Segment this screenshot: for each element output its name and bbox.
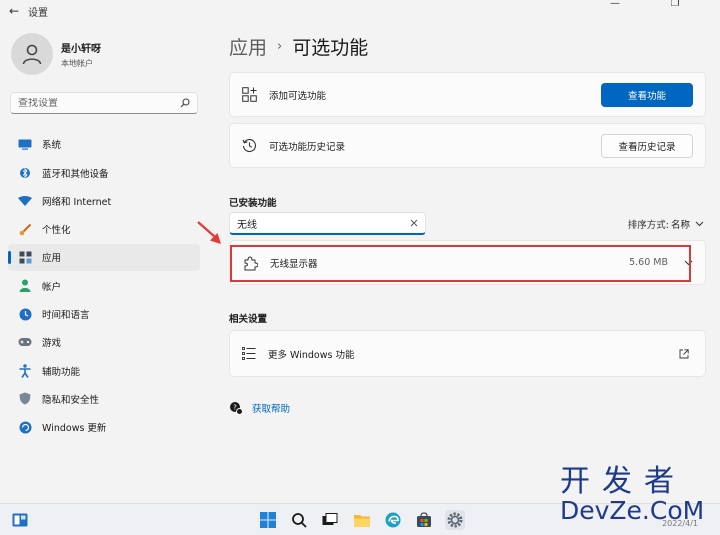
sidebar-item-windows-update[interactable]: Windows 更新 [8, 414, 200, 441]
add-feature-icon [242, 87, 257, 102]
settings-gear-icon[interactable] [445, 510, 465, 530]
sidebar-item-network[interactable]: 网络和 Internet [8, 188, 200, 215]
edge-browser-icon[interactable] [383, 510, 403, 530]
sort-label: 排序方式: [627, 220, 669, 231]
external-link-icon [679, 348, 689, 358]
sidebar-item-label: 系统 [42, 140, 62, 152]
watermark-line-1: 开发者 [560, 464, 686, 499]
store-icon[interactable] [414, 510, 434, 530]
apps-icon [17, 250, 33, 264]
search-icon[interactable] [289, 510, 309, 530]
sort-value: 名称 [670, 220, 690, 231]
start-icon[interactable] [258, 510, 278, 530]
file-explorer-icon[interactable] [352, 510, 372, 530]
feature-size: 5.60 MB [629, 257, 668, 268]
view-history-button[interactable]: 查看历史记录 [601, 133, 693, 158]
annotation-arrow-icon [197, 221, 221, 244]
minimize-button[interactable]: — [600, 0, 630, 10]
user-profile[interactable]: 是小轩呀 本地帐户 [11, 33, 101, 75]
feature-history-label: 可选功能历史记录 [269, 141, 346, 153]
page-title: 可选功能 [292, 37, 369, 59]
installed-features-filter[interactable] [229, 212, 426, 235]
help-icon: ? [230, 402, 243, 415]
add-optional-feature-card: 添加可选功能 查看功能 [229, 72, 706, 117]
sidebar-item-accessibility[interactable]: 辅助功能 [8, 357, 200, 384]
more-windows-features-label: 更多 Windows 功能 [268, 349, 355, 361]
search-input[interactable] [18, 97, 168, 109]
monitor-icon [17, 137, 33, 151]
update-icon [17, 420, 33, 434]
back-button[interactable]: ← [0, 4, 28, 18]
breadcrumb-separator: › [277, 39, 283, 54]
sidebar-item-system[interactable]: 系统 [8, 131, 200, 158]
clear-icon[interactable] [410, 219, 418, 227]
sidebar-item-label: 辅助功能 [42, 366, 81, 378]
taskbar-clock-date: 2022/4/1 [662, 519, 698, 528]
title-bar: ← 设置 — ❐ [0, 0, 720, 22]
breadcrumb-parent[interactable]: 应用 [229, 33, 267, 60]
sort-dropdown[interactable]: 排序方式: 名称 [628, 217, 704, 231]
sidebar-item-label: Windows 更新 [42, 423, 107, 435]
add-feature-label: 添加可选功能 [269, 90, 327, 102]
related-settings-heading: 相关设置 [229, 314, 268, 325]
person-icon [22, 44, 42, 65]
get-help-link[interactable]: ? 获取帮助 [229, 401, 290, 415]
settings-search-box[interactable] [10, 92, 198, 114]
shield-icon [17, 392, 33, 406]
installed-features-heading: 已安装功能 [229, 198, 277, 209]
maximize-button[interactable]: ❐ [660, 0, 690, 10]
brush-icon [17, 222, 33, 236]
accessibility-icon [17, 363, 33, 378]
task-view-icon[interactable] [320, 510, 340, 530]
sidebar-item-privacy[interactable]: 隐私和安全性 [8, 386, 200, 413]
avatar [11, 33, 53, 75]
sidebar-item-label: 时间和语言 [42, 310, 90, 322]
widgets-icon[interactable] [10, 510, 30, 530]
feature-name: 无线显示器 [270, 258, 318, 270]
profile-account-type: 本地帐户 [61, 58, 93, 68]
feature-history-card: 可选功能历史记录 查看历史记录 [229, 123, 706, 168]
sidebar-item-apps[interactable]: 应用 [8, 244, 200, 271]
sidebar-item-label: 应用 [42, 253, 62, 265]
sidebar-item-bluetooth[interactable]: 蓝牙和其他设备 [8, 159, 200, 186]
list-icon [242, 347, 256, 360]
person-icon [17, 279, 33, 293]
breadcrumb: 应用 › 可选功能 [229, 33, 368, 60]
sidebar-item-label: 蓝牙和其他设备 [42, 168, 109, 180]
sidebar-item-label: 网络和 Internet [42, 196, 112, 208]
profile-name: 是小轩呀 [61, 43, 101, 55]
bluetooth-icon [17, 166, 33, 180]
history-icon [242, 138, 257, 153]
sidebar-item-label: 游戏 [42, 338, 62, 350]
sidebar-item-accounts[interactable]: 帐户 [8, 272, 200, 299]
globe-clock-icon [17, 307, 33, 321]
chevron-down-icon[interactable] [684, 260, 693, 266]
sidebar-item-time-language[interactable]: 时间和语言 [8, 301, 200, 328]
window-title: 设置 [28, 7, 48, 19]
puzzle-icon [244, 255, 258, 270]
chevron-down-icon [695, 221, 704, 227]
gamepad-icon [17, 335, 33, 349]
filter-input[interactable] [237, 217, 397, 229]
wifi-icon [17, 194, 33, 208]
site-watermark: 开发者 DevZe.CoM [560, 466, 718, 524]
sidebar-item-label: 帐户 [42, 281, 62, 293]
view-features-button[interactable]: 查看功能 [601, 82, 693, 107]
sidebar-item-gaming[interactable]: 游戏 [8, 329, 200, 356]
installed-feature-item[interactable]: 无线显示器 5.60 MB [229, 240, 706, 285]
search-icon[interactable] [180, 98, 190, 108]
get-help-label: 获取帮助 [252, 404, 291, 415]
sidebar-item-label: 隐私和安全性 [42, 394, 100, 406]
more-windows-features-card[interactable]: 更多 Windows 功能 [229, 330, 706, 377]
sidebar-nav: 系统 蓝牙和其他设备 网络和 Internet 个性化 应用 帐户 时间和语言 … [8, 131, 200, 442]
sidebar-item-personalization[interactable]: 个性化 [8, 216, 200, 243]
sidebar-item-label: 个性化 [42, 225, 71, 237]
